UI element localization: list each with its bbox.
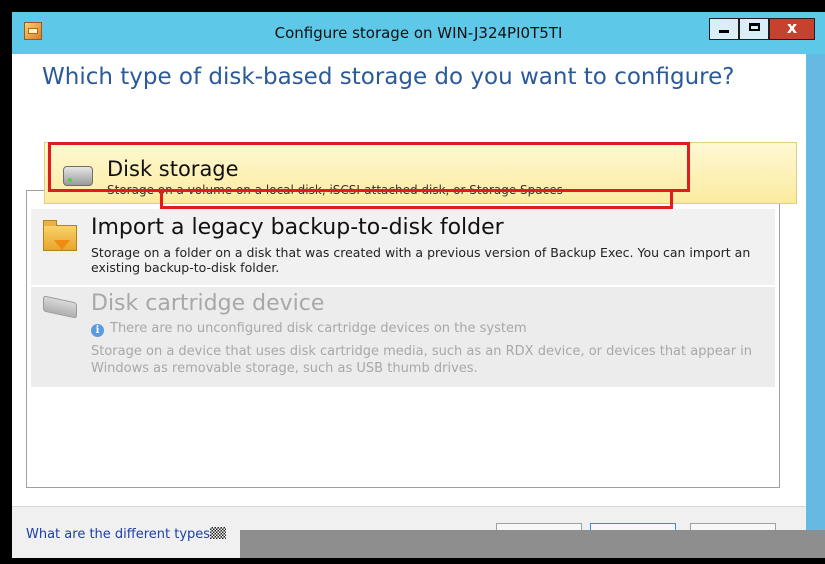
help-link-text: What are the different types <box>26 527 211 542</box>
option-disk-cartridge: Disk cartridge device i There are no unco… <box>31 287 775 387</box>
screen-frame-bottom <box>0 558 825 564</box>
option-disk-storage[interactable]: Disk storage Storage on a volume on a lo… <box>44 142 797 204</box>
help-link[interactable]: What are the different types <box>26 527 227 542</box>
title-bar[interactable]: Configure storage on WIN-J324PI0T5TI x <box>12 12 825 54</box>
close-button[interactable]: x <box>769 18 815 40</box>
option-title: Disk storage <box>107 157 239 181</box>
disk-cartridge-icon <box>43 295 77 319</box>
option-description: Storage on a device that uses disk cartr… <box>91 344 753 376</box>
option-import-legacy[interactable]: Import a legacy backup-to-disk folder St… <box>31 209 775 285</box>
minimize-icon <box>719 30 729 33</box>
background-window-strip <box>806 54 825 558</box>
screen-frame-top <box>0 0 825 12</box>
screen-frame-left <box>0 0 12 564</box>
storage-type-list: Import a legacy backup-to-disk folder St… <box>26 190 780 488</box>
option-note: i There are no unconfigured disk cartridg… <box>91 321 527 337</box>
option-title: Disk cartridge device <box>91 291 325 316</box>
option-note-text: There are no unconfigured disk cartridge… <box>110 321 527 336</box>
screen-overlay-bar <box>240 530 825 560</box>
option-description: Storage on a folder on a disk that was c… <box>91 245 751 275</box>
folder-import-icon <box>43 220 77 251</box>
maximize-icon <box>748 23 760 31</box>
maximize-button[interactable] <box>739 18 769 40</box>
option-description: Storage on a volume on a local disk, iSC… <box>107 183 563 197</box>
minimize-button[interactable] <box>709 18 739 40</box>
redacted-pattern <box>210 527 227 539</box>
window-title: Configure storage on WIN-J324PI0T5TI <box>274 24 563 42</box>
hard-disk-icon <box>63 166 93 186</box>
option-title: Import a legacy backup-to-disk folder <box>91 215 504 240</box>
page-question: Which type of disk-based storage do you … <box>42 64 735 90</box>
info-icon: i <box>91 324 104 337</box>
